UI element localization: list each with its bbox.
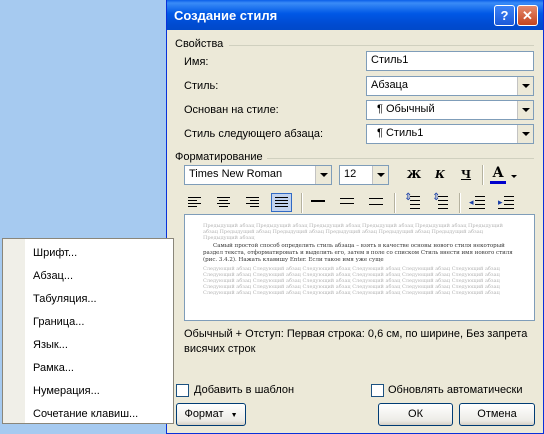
title-bar: Создание стиля ? ✕ [167, 0, 543, 30]
menu-item-tabs[interactable]: Табуляция... [33, 289, 97, 309]
justify-icon[interactable] [271, 193, 292, 212]
auto-update-checkbox[interactable] [371, 384, 384, 397]
increase-indent-icon[interactable]: ▸ [498, 195, 514, 209]
based-on-label: Основан на стиле: [184, 104, 279, 116]
line-spacing-1-5-icon[interactable] [340, 198, 356, 206]
toolbar-separator [459, 193, 461, 213]
ok-button[interactable]: ОК [378, 403, 453, 426]
format-button-label: Формат [184, 408, 224, 420]
toolbar-separator [482, 165, 484, 185]
name-label: Имя: [184, 56, 209, 68]
toolbar-separator [394, 193, 396, 213]
style-type-label: Стиль: [184, 80, 219, 92]
dropdown-arrow-icon[interactable] [372, 166, 388, 184]
formatting-divider [267, 158, 534, 159]
help-icon[interactable]: ? [494, 5, 515, 26]
align-center-icon[interactable] [217, 196, 233, 208]
dropdown-arrow-icon[interactable] [517, 101, 533, 119]
font-color-icon: A [492, 165, 504, 181]
font-color-swatch [490, 181, 506, 184]
dropdown-arrow-icon[interactable] [517, 125, 533, 143]
menu-item-language[interactable]: Язык... [33, 335, 68, 355]
next-style-value: ¶ Стиль1 [377, 127, 424, 139]
decrease-indent-icon[interactable]: ◂ [469, 195, 485, 209]
menu-item-paragraph[interactable]: Абзац... [33, 266, 73, 286]
font-color-button[interactable]: A [489, 163, 507, 184]
line-spacing-single-icon[interactable] [311, 198, 327, 206]
menu-item-shortcut-key[interactable]: Сочетание клавиш... [33, 404, 138, 424]
italic-button[interactable]: К [430, 165, 450, 185]
style-type-value: Абзаца [371, 79, 408, 91]
align-right-icon[interactable] [246, 196, 262, 208]
font-size-select[interactable]: 12 [339, 165, 389, 185]
menu-item-font[interactable]: Шрифт... [33, 243, 77, 263]
font-color-dropdown-icon[interactable] [511, 175, 517, 178]
preview-next-paragraph: Следующий абзац Следующий абзац Следующи… [203, 266, 500, 296]
menu-icon-strip [3, 239, 25, 423]
bold-button[interactable]: Ж [404, 165, 424, 185]
next-style-label: Стиль следующего абзаца: [184, 128, 324, 140]
based-on-select[interactable]: ¶ Обычный [366, 100, 534, 120]
style-description: Обычный + Отступ: Первая строка: 0,6 см,… [184, 328, 528, 355]
font-name-value: Times New Roman [189, 168, 283, 180]
dropdown-arrow-icon[interactable] [315, 166, 331, 184]
dropdown-arrow-icon[interactable] [517, 77, 533, 95]
underline-button[interactable]: Ч [456, 165, 476, 185]
format-button[interactable]: Формат ▼ [176, 403, 246, 426]
based-on-value: ¶ Обычный [377, 103, 435, 115]
create-style-dialog: Создание стиля ? ✕ Свойства Имя: Стиль1 … [166, 0, 544, 434]
menu-item-border[interactable]: Граница... [33, 312, 84, 332]
add-to-template-checkbox[interactable] [176, 384, 189, 397]
format-menu: Шрифт... Абзац... Табуляция... Граница..… [2, 238, 174, 424]
line-spacing-double-icon[interactable] [369, 198, 385, 206]
font-name-select[interactable]: Times New Roman [184, 165, 332, 185]
chevron-down-icon: ▼ [230, 412, 238, 419]
toolbar-separator [301, 193, 303, 213]
properties-divider [229, 45, 534, 46]
font-size-value: 12 [344, 168, 357, 180]
preview-previous-paragraph: Предыдущий абзац Предыдущий абзац Предыд… [203, 223, 503, 241]
menu-item-numbering[interactable]: Нумерация... [33, 381, 100, 401]
next-style-select[interactable]: ¶ Стиль1 [366, 124, 534, 144]
formatting-group-title: Форматирование [175, 151, 263, 163]
close-icon[interactable]: ✕ [517, 5, 538, 26]
add-to-template-label[interactable]: Добавить в шаблон [194, 384, 294, 396]
align-left-icon[interactable] [188, 196, 204, 208]
dialog-title: Создание стиля [174, 8, 278, 23]
style-type-select[interactable]: Абзаца [366, 76, 534, 96]
name-input[interactable]: Стиль1 [366, 51, 534, 71]
menu-item-frame[interactable]: Рамка... [33, 358, 74, 378]
space-after-icon[interactable]: ⇕ [432, 193, 448, 210]
cancel-button[interactable]: Отмена [459, 403, 535, 426]
style-preview: Предыдущий абзац Предыдущий абзац Предыд… [184, 214, 535, 321]
preview-sample-paragraph: Самый простой способ определить стиль аб… [203, 243, 513, 263]
properties-group-title: Свойства [175, 38, 224, 50]
space-before-icon[interactable]: ⇕ [404, 193, 420, 210]
auto-update-label[interactable]: Обновлять автоматически [388, 384, 523, 396]
